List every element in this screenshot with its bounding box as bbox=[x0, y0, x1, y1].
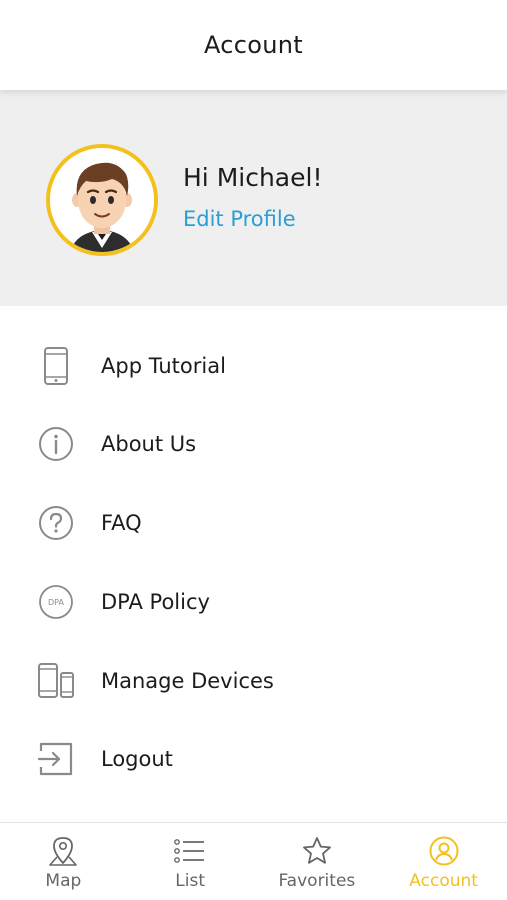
tab-favorites[interactable]: Favorites bbox=[254, 823, 381, 900]
menu-item-label: FAQ bbox=[101, 511, 142, 535]
bottom-tab-bar: Map List Favorites Account bbox=[0, 822, 507, 900]
star-icon bbox=[301, 835, 333, 867]
logout-icon bbox=[36, 739, 76, 779]
menu-item-label: Logout bbox=[101, 747, 173, 771]
tab-list[interactable]: List bbox=[127, 823, 254, 900]
menu-item-manage-devices[interactable]: Manage Devices bbox=[0, 642, 507, 720]
list-icon bbox=[174, 835, 206, 867]
question-icon bbox=[36, 503, 76, 543]
tab-account[interactable]: Account bbox=[380, 823, 507, 900]
menu-item-about-us[interactable]: About Us bbox=[0, 405, 507, 483]
menu-item-logout[interactable]: Logout bbox=[0, 720, 507, 798]
page-title: Account bbox=[203, 31, 303, 59]
menu-item-label: DPA Policy bbox=[101, 590, 210, 614]
map-pin-icon bbox=[47, 835, 79, 867]
menu-item-dpa-policy[interactable]: DPA DPA Policy bbox=[0, 563, 507, 641]
tab-label: Favorites bbox=[278, 871, 356, 891]
tab-label: Map bbox=[45, 871, 82, 891]
profile-section: Hi Michael! Edit Profile bbox=[0, 90, 507, 306]
greeting-text: Hi Michael! bbox=[183, 163, 323, 192]
menu-item-faq[interactable]: FAQ bbox=[0, 484, 507, 562]
avatar-illustration bbox=[50, 148, 154, 252]
dpa-icon: DPA bbox=[36, 582, 76, 622]
tab-label: List bbox=[175, 871, 205, 891]
menu-item-app-tutorial[interactable]: App Tutorial bbox=[0, 327, 507, 405]
tab-label: Account bbox=[409, 871, 478, 891]
svg-text:DPA: DPA bbox=[48, 598, 64, 607]
phone-icon bbox=[36, 346, 76, 386]
menu-item-label: About Us bbox=[101, 432, 197, 456]
edit-profile-link[interactable]: Edit Profile bbox=[183, 207, 296, 231]
devices-icon bbox=[36, 661, 76, 701]
app-header: Account bbox=[0, 0, 507, 90]
account-icon bbox=[428, 835, 460, 867]
menu-item-label: App Tutorial bbox=[101, 354, 226, 378]
tab-map[interactable]: Map bbox=[0, 823, 127, 900]
avatar[interactable] bbox=[46, 144, 158, 256]
info-icon bbox=[36, 424, 76, 464]
menu-item-label: Manage Devices bbox=[101, 669, 274, 693]
